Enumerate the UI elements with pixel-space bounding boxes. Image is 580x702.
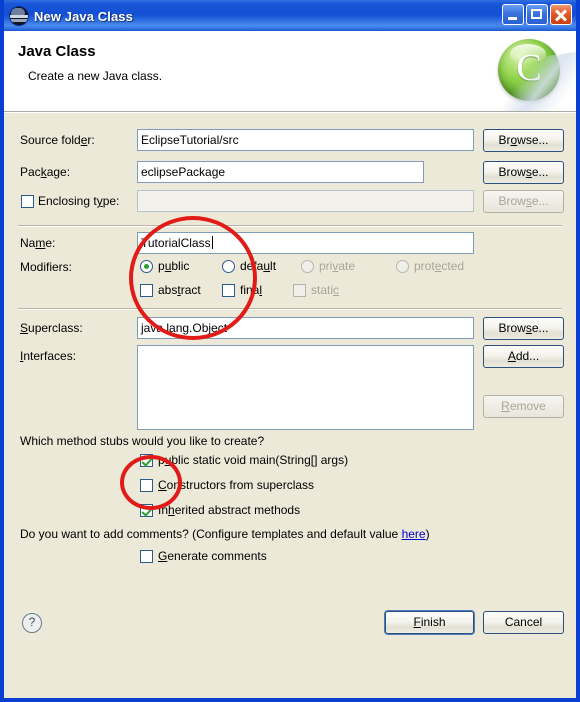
eclipse-globe-icon — [10, 7, 28, 25]
enclosing-type-browse-button: Browse... — [483, 190, 564, 213]
modifiers-label: Modifiers: — [20, 260, 73, 274]
comments-question: Do you want to add comments? (Configure … — [20, 527, 430, 541]
finish-button[interactable]: Finish — [385, 611, 474, 634]
interfaces-add-button[interactable]: Add... — [483, 345, 564, 368]
close-icon[interactable] — [550, 4, 572, 25]
configure-templates-link[interactable]: here — [402, 527, 426, 541]
interfaces-list[interactable] — [137, 345, 474, 430]
java-class-icon: C — [498, 39, 560, 101]
modifier-checkbox-abstract[interactable] — [140, 284, 153, 297]
modifier-radio-default[interactable] — [222, 260, 235, 273]
superclass-input[interactable]: java.lang.Object — [137, 317, 474, 339]
name-label: Name: — [20, 236, 56, 250]
java-class-icon-letter: C — [516, 47, 542, 89]
package-browse-button[interactable]: Browse... — [483, 161, 564, 184]
stub-label-inherited-methods: Inherited abstract methods — [158, 503, 301, 517]
cancel-button[interactable]: Cancel — [483, 611, 564, 634]
maximize-icon[interactable] — [526, 4, 548, 25]
modifier-radio-protected — [396, 260, 409, 273]
window-title: New Java Class — [34, 8, 133, 24]
modifier-label-protected: protected — [414, 259, 465, 273]
window-controls — [502, 4, 572, 25]
modifier-label-final: final — [240, 283, 263, 297]
package-input[interactable]: eclipsePackage — [137, 161, 424, 183]
title-bar[interactable]: New Java Class — [4, 0, 576, 31]
modifier-label-static: static — [311, 283, 340, 297]
modifier-label-default: default — [240, 259, 277, 273]
minimize-icon[interactable] — [502, 4, 524, 25]
modifier-checkbox-static — [293, 284, 306, 297]
generate-comments-checkbox[interactable] — [140, 550, 153, 563]
stub-checkbox-main-method[interactable] — [140, 454, 153, 467]
source-folder-input[interactable]: EclipseTutorial/src — [137, 129, 474, 151]
name-input[interactable]: TutorialClass — [137, 232, 474, 254]
dialog-footer: ? Finish Cancel — [4, 597, 576, 649]
wizard-header: Java Class Create a new Java class. C — [4, 31, 576, 112]
divider-1 — [18, 225, 562, 227]
comments-question-text: Do you want to add comments? (Configure … — [20, 527, 402, 541]
superclass-label: Superclass: — [20, 321, 83, 335]
source-folder-browse-button[interactable]: Browse... — [483, 129, 564, 152]
interfaces-remove-button: Remove — [483, 395, 564, 418]
package-label: Package: — [20, 165, 71, 179]
modifier-radio-private — [301, 260, 314, 273]
modifier-radio-public[interactable] — [140, 260, 153, 273]
interfaces-label: Interfaces: — [20, 349, 77, 363]
divider-2 — [18, 308, 562, 310]
text-caret — [211, 236, 213, 249]
modifier-label-private: private — [319, 259, 356, 273]
stub-checkbox-inherited-methods[interactable] — [140, 504, 153, 517]
page-title: Java Class — [18, 43, 96, 60]
stub-label-main-method: public static void main(String[] args) — [158, 453, 349, 467]
generate-comments-label: Generate comments — [158, 549, 267, 563]
new-java-class-dialog: New Java Class Java Class Create a new J… — [0, 0, 580, 702]
enclosing-type-input — [137, 190, 474, 212]
comments-question-close: ) — [425, 527, 430, 541]
modifier-label-public: public — [158, 259, 190, 273]
dialog-body: Source folder: EclipseTutorial/src Brows… — [4, 112, 576, 649]
stub-label-constructors: Constructors from superclass — [158, 478, 315, 492]
help-icon[interactable]: ? — [22, 613, 42, 633]
enclosing-type-label: Enclosing type: — [38, 194, 120, 208]
modifier-checkbox-final[interactable] — [222, 284, 235, 297]
modifier-label-abstract: abstract — [158, 283, 201, 297]
method-stubs-question: Which method stubs would you like to cre… — [20, 434, 265, 448]
page-subtitle: Create a new Java class. — [28, 69, 163, 83]
superclass-browse-button[interactable]: Browse... — [483, 317, 564, 340]
source-folder-label: Source folder: — [20, 133, 95, 147]
stub-checkbox-constructors[interactable] — [140, 479, 153, 492]
enclosing-type-checkbox[interactable] — [21, 195, 34, 208]
